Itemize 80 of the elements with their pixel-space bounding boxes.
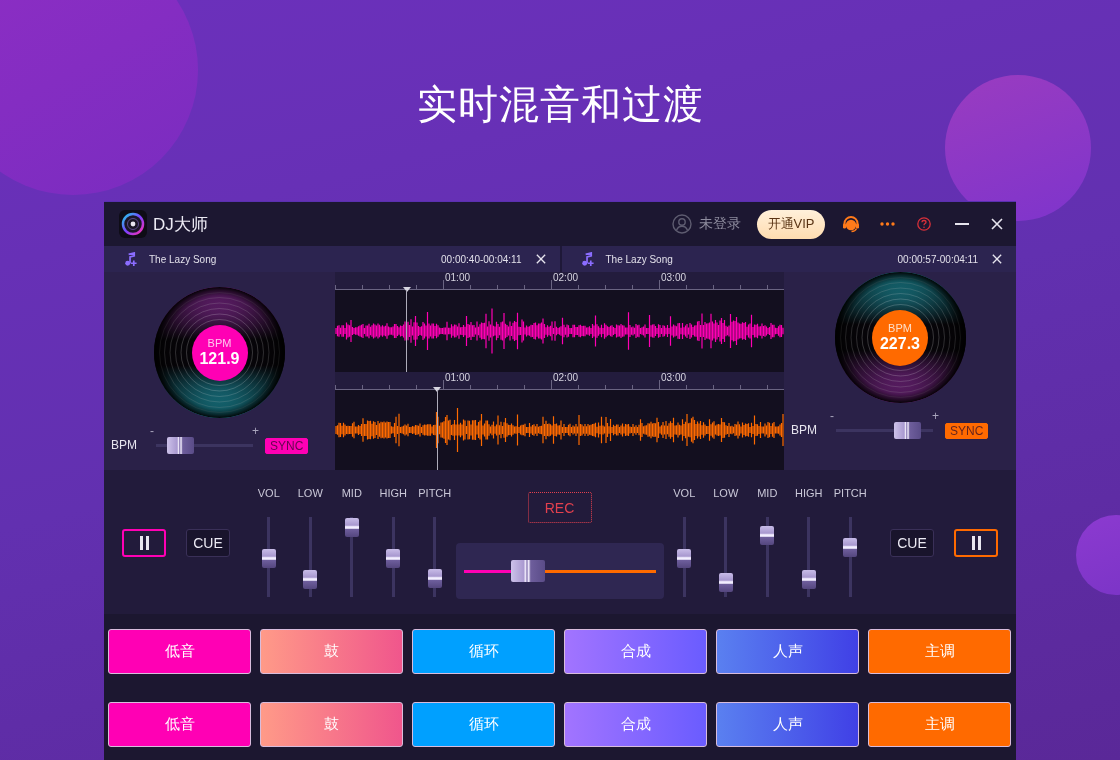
fader-label: VOL bbox=[673, 486, 696, 500]
pause-button[interactable] bbox=[954, 529, 998, 557]
fader-thumb[interactable] bbox=[843, 537, 858, 557]
sync-button[interactable]: SYNC bbox=[945, 423, 989, 439]
fader-label: PITCH bbox=[833, 486, 867, 500]
plus-label: + bbox=[252, 426, 259, 437]
pad-button[interactable]: 鼓 bbox=[260, 702, 403, 747]
cue-button[interactable]: CUE bbox=[186, 529, 230, 557]
fader-thumb[interactable] bbox=[261, 548, 276, 568]
pad-button[interactable]: 主调 bbox=[868, 629, 1011, 674]
slider-thumb[interactable] bbox=[166, 437, 194, 454]
time-label: 02:00 bbox=[553, 272, 579, 283]
pad-button[interactable]: 合成 bbox=[564, 629, 707, 674]
minus-label: - bbox=[150, 426, 154, 437]
pad-button[interactable]: 循环 bbox=[412, 629, 555, 674]
app-logo-icon bbox=[119, 210, 147, 238]
plus-label: + bbox=[932, 411, 939, 422]
pause-button[interactable] bbox=[122, 529, 166, 557]
pad-button[interactable]: 鼓 bbox=[260, 629, 403, 674]
fader-thumb[interactable] bbox=[344, 518, 359, 538]
bpm-caption: BPM bbox=[207, 337, 232, 349]
track-title: The Lazy Song bbox=[605, 253, 673, 265]
time-label: 01:00 bbox=[445, 272, 471, 283]
time-label: 02:00 bbox=[553, 372, 579, 383]
track-time: 00:00:57-00:04:11 bbox=[897, 253, 978, 265]
track-tab[interactable]: The Lazy Song 00:00:40-00:04:11 bbox=[104, 246, 560, 272]
fader-label: PITCH bbox=[418, 486, 452, 500]
headline: 实时混音和过渡 bbox=[416, 81, 704, 128]
pad-button[interactable]: 合成 bbox=[564, 702, 707, 747]
close-icon[interactable] bbox=[992, 254, 1002, 264]
pad-button[interactable]: 人声 bbox=[716, 702, 859, 747]
slider-thumb[interactable] bbox=[894, 422, 922, 439]
bpm-label: BPM bbox=[111, 437, 138, 454]
pause-icon bbox=[139, 536, 149, 550]
fader-thumb[interactable] bbox=[801, 570, 816, 590]
fader-label: LOW bbox=[713, 486, 739, 500]
music-add-icon[interactable] bbox=[579, 251, 595, 267]
close-icon[interactable] bbox=[991, 218, 1003, 230]
fader-thumb[interactable] bbox=[386, 548, 401, 568]
more-icon[interactable] bbox=[880, 222, 895, 226]
pad-button[interactable]: 主调 bbox=[868, 702, 1011, 747]
fader-thumb[interactable] bbox=[303, 570, 318, 590]
fader-label: LOW bbox=[297, 486, 323, 500]
fader-thumb[interactable] bbox=[677, 548, 692, 568]
pause-icon bbox=[971, 536, 981, 550]
help-icon[interactable] bbox=[917, 217, 931, 231]
fader-label: MID bbox=[341, 486, 362, 500]
sync-button[interactable]: SYNC bbox=[265, 438, 309, 454]
track-time: 00:00:40-00:04:11 bbox=[441, 253, 522, 265]
fader-label: HIGH bbox=[379, 486, 407, 500]
vip-button[interactable]: 开通VIP bbox=[757, 209, 825, 239]
bpm-value: 227.3 bbox=[879, 334, 920, 353]
pad-button[interactable]: 循环 bbox=[412, 702, 555, 747]
playhead-marker-icon[interactable] bbox=[433, 387, 442, 392]
fader-label: MID bbox=[757, 486, 778, 500]
fader-thumb[interactable] bbox=[718, 573, 733, 593]
time-label: 03:00 bbox=[661, 372, 687, 383]
login-status[interactable]: 未登录 bbox=[699, 215, 741, 233]
pad-button[interactable]: 低音 bbox=[108, 702, 251, 747]
fader-label: VOL bbox=[257, 486, 280, 500]
app-name: DJ大师 bbox=[153, 213, 208, 236]
bpm-caption: BPM bbox=[888, 322, 912, 334]
track-title: The Lazy Song bbox=[149, 253, 217, 265]
user-icon[interactable] bbox=[672, 214, 692, 234]
bpm-value: 121.9 bbox=[199, 349, 240, 368]
fader-thumb[interactable] bbox=[427, 568, 442, 588]
pad-button[interactable]: 人声 bbox=[716, 629, 859, 674]
headset-icon[interactable] bbox=[842, 215, 860, 233]
time-label: 03:00 bbox=[661, 272, 687, 283]
crossfader-thumb[interactable] bbox=[510, 560, 545, 582]
minus-label: - bbox=[830, 411, 834, 422]
fader-label: HIGH bbox=[795, 486, 823, 500]
bpm-label: BPM bbox=[791, 422, 818, 439]
time-label: 01:00 bbox=[445, 372, 471, 383]
close-icon[interactable] bbox=[535, 254, 546, 264]
music-add-icon[interactable] bbox=[123, 251, 138, 267]
fader-thumb[interactable] bbox=[760, 526, 775, 546]
cue-button[interactable]: CUE bbox=[890, 529, 934, 557]
pad-button[interactable]: 低音 bbox=[108, 629, 251, 674]
playhead-marker-icon[interactable] bbox=[402, 287, 411, 292]
